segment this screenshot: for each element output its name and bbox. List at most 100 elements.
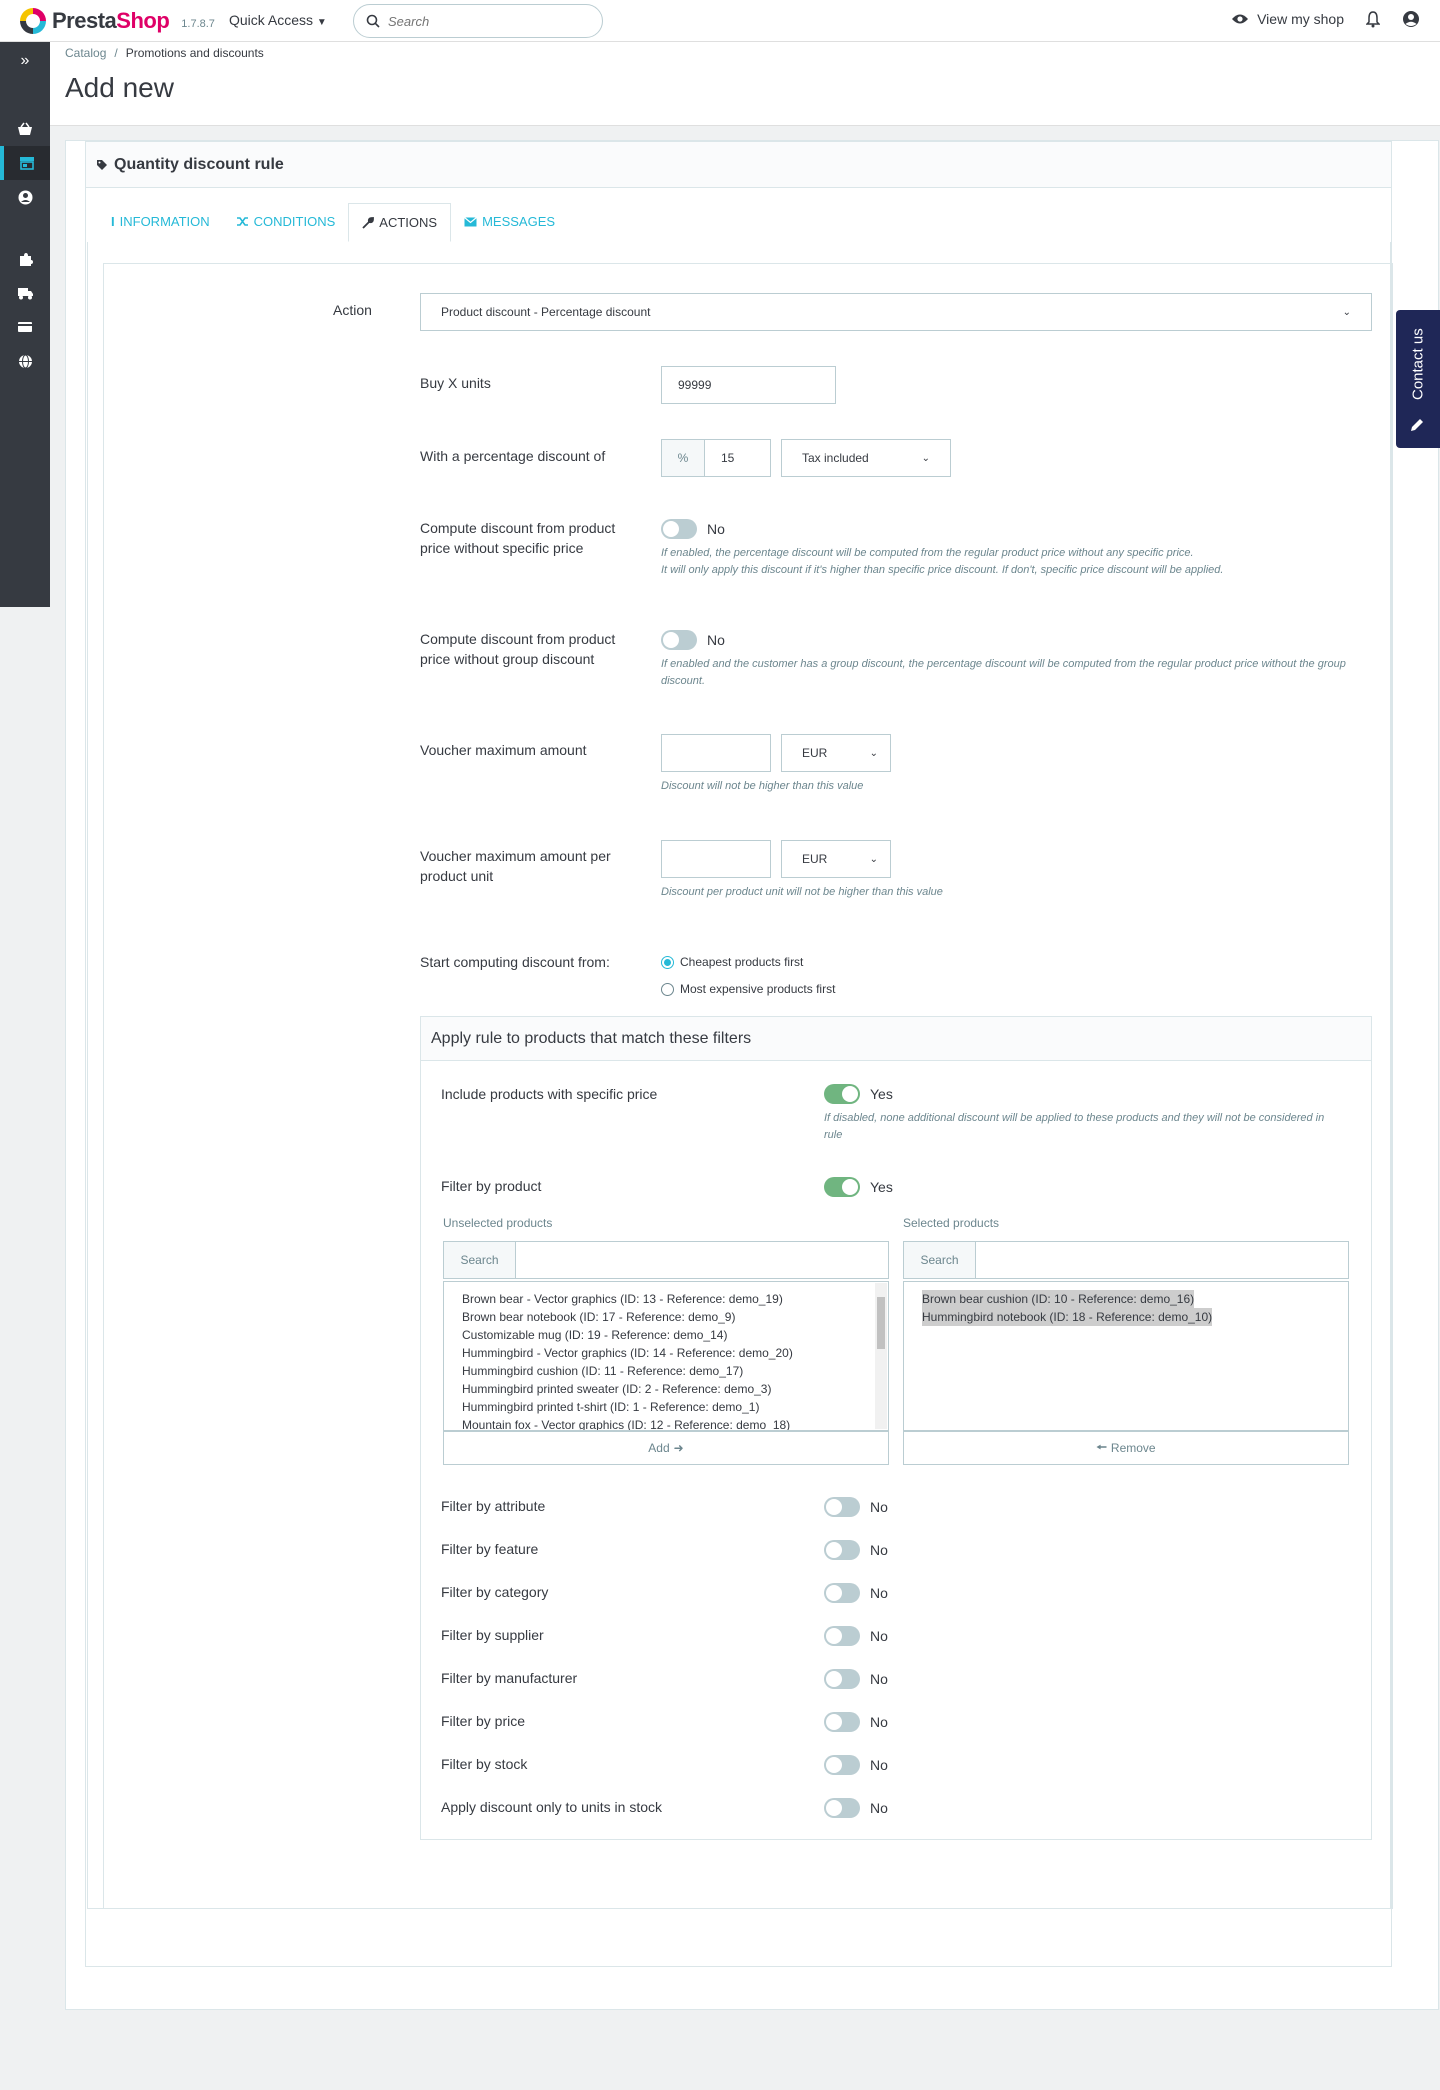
- sidebar-item-catalog[interactable]: [0, 146, 50, 180]
- tab-conditions[interactable]: Conditions: [223, 202, 349, 241]
- unselected-search-input[interactable]: [516, 1242, 888, 1278]
- filter-product-state: Yes: [870, 1179, 893, 1195]
- sidebar-item-shipping[interactable]: [0, 276, 50, 310]
- list-item[interactable]: Mountain fox - Vector graphics (ID: 12 -…: [462, 1416, 870, 1430]
- tab-information[interactable]: i Information: [98, 202, 223, 241]
- search-icon: [366, 14, 380, 28]
- add-product-label: Add: [648, 1441, 670, 1455]
- basket-icon: [18, 122, 32, 135]
- voucher-unit-input[interactable]: [661, 840, 771, 878]
- scrollbar-thumb[interactable]: [877, 1297, 885, 1349]
- list-item[interactable]: Customizable mug (ID: 19 - Reference: de…: [462, 1326, 870, 1344]
- sidebar-item-customers[interactable]: [0, 180, 50, 214]
- filter-stock-toggle[interactable]: No: [824, 1755, 888, 1775]
- filter-manufacturer-toggle[interactable]: No: [824, 1669, 888, 1689]
- sidebar-collapse-toggle[interactable]: »: [0, 42, 50, 80]
- units-in-stock-toggle[interactable]: No: [824, 1798, 888, 1818]
- voucher-max-currency-value: EUR: [802, 746, 828, 760]
- list-item[interactable]: Hummingbird printed sweater (ID: 2 - Ref…: [462, 1380, 870, 1398]
- compute-group-label: Compute discount from product price with…: [420, 631, 616, 667]
- filter-attribute-switch[interactable]: [824, 1497, 860, 1517]
- filter-category-label: Filter by category: [441, 1584, 549, 1600]
- buy-x-units-input[interactable]: 99999: [661, 366, 836, 404]
- radio-expensive-dot[interactable]: [661, 982, 674, 996]
- view-my-shop-link[interactable]: View my shop: [1231, 11, 1344, 27]
- selected-products-list[interactable]: Brown bear cushion (ID: 10 - Reference: …: [903, 1281, 1349, 1431]
- percentage-input[interactable]: 15: [705, 439, 771, 477]
- filter-category-switch[interactable]: [824, 1583, 860, 1603]
- voucher-max-input[interactable]: [661, 734, 771, 772]
- include-specific-state: Yes: [870, 1086, 893, 1102]
- compute-specific-toggle[interactable]: No: [661, 519, 725, 539]
- action-select-value: Product discount - Percentage discount: [441, 305, 651, 319]
- sidebar-item-payment[interactable]: [0, 310, 50, 344]
- voucher-max-currency-select[interactable]: EUR ⌄: [781, 734, 891, 772]
- tab-messages[interactable]: Messages: [451, 202, 568, 241]
- search-bar[interactable]: [353, 4, 603, 38]
- filter-stock-state: No: [870, 1757, 888, 1773]
- compute-group-switch[interactable]: [661, 630, 697, 650]
- filter-product-toggle[interactable]: Yes: [824, 1177, 893, 1197]
- action-select[interactable]: Product discount - Percentage discount ⌄: [420, 293, 1372, 331]
- filter-stock-switch[interactable]: [824, 1755, 860, 1775]
- arrow-right-icon: ➜: [673, 1441, 684, 1455]
- list-item[interactable]: Hummingbird cushion (ID: 11 - Reference:…: [462, 1362, 870, 1380]
- filter-product-switch[interactable]: [824, 1177, 860, 1197]
- chevron-down-icon: ⌄: [869, 747, 878, 759]
- filter-category-toggle[interactable]: No: [824, 1583, 888, 1603]
- list-item[interactable]: Hummingbird - Vector graphics (ID: 14 - …: [462, 1344, 870, 1362]
- filter-manufacturer-switch[interactable]: [824, 1669, 860, 1689]
- list-item[interactable]: Hummingbird notebook (ID: 18 - Reference…: [922, 1308, 1213, 1326]
- compute-specific-help-line-2: It will only apply this discount if it's…: [661, 564, 1224, 576]
- compute-group-toggle[interactable]: No: [661, 630, 725, 650]
- radio-most-expensive-first[interactable]: Most expensive products first: [661, 982, 835, 996]
- add-product-button[interactable]: Add ➜: [443, 1431, 889, 1465]
- filter-price-toggle[interactable]: No: [824, 1712, 888, 1732]
- voucher-unit-currency-select[interactable]: EUR ⌄: [781, 840, 891, 878]
- sidebar-item-orders[interactable]: [0, 112, 50, 146]
- selected-search-group: Search: [903, 1241, 1349, 1279]
- remove-product-button[interactable]: 🠔 Remove: [903, 1431, 1349, 1465]
- sidebar: »: [0, 42, 50, 607]
- list-scrollbar[interactable]: [875, 1283, 887, 1429]
- filter-supplier-switch[interactable]: [824, 1626, 860, 1646]
- list-item[interactable]: Hummingbird printed t-shirt (ID: 1 - Ref…: [462, 1398, 870, 1416]
- filter-price-switch[interactable]: [824, 1712, 860, 1732]
- filter-supplier-toggle[interactable]: No: [824, 1626, 888, 1646]
- selected-search-input[interactable]: [976, 1242, 1348, 1278]
- list-item[interactable]: Brown bear cushion (ID: 10 - Reference: …: [922, 1290, 1195, 1308]
- filter-attribute-toggle[interactable]: No: [824, 1497, 888, 1517]
- radio-cheapest-first[interactable]: Cheapest products first: [661, 955, 803, 969]
- breadcrumb-catalog[interactable]: Catalog: [65, 46, 106, 60]
- filter-feature-switch[interactable]: [824, 1540, 860, 1560]
- tab-actions[interactable]: Actions: [348, 203, 452, 242]
- list-item[interactable]: Brown bear notebook (ID: 17 - Reference:…: [462, 1308, 870, 1326]
- unselected-products-list[interactable]: Brown bear - Vector graphics (ID: 13 - R…: [443, 1281, 889, 1431]
- search-input[interactable]: [388, 13, 578, 29]
- prestashop-logo[interactable]: PrestaShop 1.7.8.7: [20, 8, 215, 34]
- percentage-discount-label: With a percentage discount of: [420, 448, 606, 464]
- breadcrumb-current[interactable]: Promotions and discounts: [126, 46, 264, 60]
- account-icon[interactable]: [1402, 10, 1420, 28]
- sidebar-item-international[interactable]: [0, 344, 50, 378]
- voucher-max-help: Discount will not be higher than this va…: [661, 780, 864, 792]
- store-icon: [20, 157, 34, 170]
- filter-feature-toggle[interactable]: No: [824, 1540, 888, 1560]
- bell-icon[interactable]: [1366, 10, 1380, 28]
- filter-feature-label: Filter by feature: [441, 1541, 539, 1557]
- include-specific-toggle[interactable]: Yes: [824, 1084, 893, 1104]
- chevron-down-icon: ⌄: [869, 853, 878, 865]
- include-specific-switch[interactable]: [824, 1084, 860, 1104]
- sidebar-item-modules[interactable]: [0, 242, 50, 276]
- unselected-products-label: Unselected products: [443, 1216, 553, 1230]
- list-item[interactable]: Brown bear - Vector graphics (ID: 13 - R…: [462, 1290, 870, 1308]
- contact-us-tab[interactable]: Contact us: [1396, 310, 1440, 448]
- units-in-stock-switch[interactable]: [824, 1798, 860, 1818]
- quick-access-dropdown[interactable]: Quick Access ▼: [229, 12, 327, 28]
- filter-manufacturer-label: Filter by manufacturer: [441, 1670, 578, 1686]
- envelope-icon: [464, 216, 477, 226]
- tax-select[interactable]: Tax included ⌄: [781, 439, 951, 477]
- chevron-down-icon: ⌄: [921, 452, 930, 464]
- radio-cheapest-dot[interactable]: [661, 955, 674, 969]
- compute-specific-switch[interactable]: [661, 519, 697, 539]
